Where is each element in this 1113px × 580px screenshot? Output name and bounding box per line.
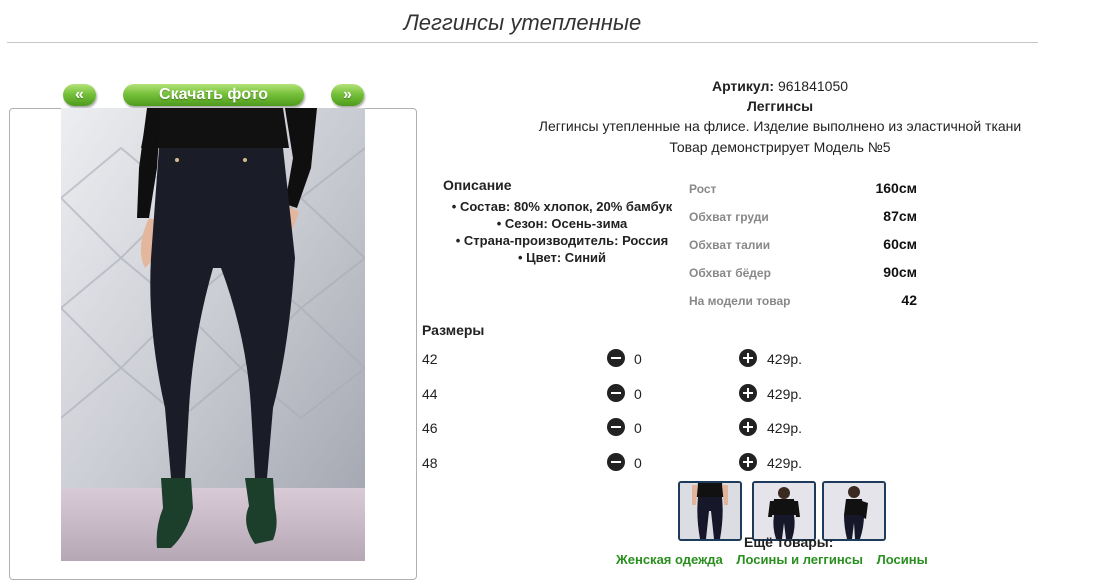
- thumbnail-front[interactable]: [678, 481, 742, 541]
- description-item-composition: Состав: 80% хлопок, 20% бамбук: [432, 199, 692, 214]
- plus-icon[interactable]: [739, 453, 757, 471]
- next-photo-button[interactable]: »: [331, 84, 364, 106]
- size-row: 44 0 429р.: [422, 383, 822, 405]
- more-link-leggings[interactable]: Лосины и леггинсы: [736, 552, 863, 567]
- title-divider: [7, 42, 1038, 43]
- measurement-label: На модели товар: [689, 294, 791, 308]
- page-title: Леггинсы утепленные: [403, 10, 642, 35]
- sizes-heading: Размеры: [422, 322, 485, 338]
- size-label: 48: [422, 455, 438, 471]
- measurement-value: 60см: [883, 236, 917, 252]
- measurement-value: 160см: [875, 180, 917, 196]
- quantity-value: 0: [634, 420, 642, 436]
- more-link-womens-clothing[interactable]: Женская одежда: [616, 552, 723, 567]
- measurement-label: Обхват груди: [689, 210, 769, 224]
- price-value: 429р.: [767, 455, 803, 471]
- measurement-row: Обхват талии 60см: [689, 236, 917, 256]
- quantity-value: 0: [634, 351, 642, 367]
- size-row: 48 0 429р.: [422, 452, 822, 474]
- thumbnail-side[interactable]: [822, 481, 886, 541]
- measurement-value: 87см: [883, 208, 917, 224]
- product-name: Леггинсы: [746, 98, 814, 114]
- size-row: 42 0 429р.: [422, 348, 822, 370]
- plus-icon[interactable]: [739, 418, 757, 436]
- product-photo[interactable]: [61, 108, 365, 561]
- measurement-label: Обхват бёдер: [689, 266, 771, 280]
- measurement-row: Обхват бёдер 90см: [689, 264, 917, 284]
- measurement-value: 42: [901, 292, 917, 308]
- article-value: 961841050: [777, 78, 849, 94]
- model-note: Товар демонстрирует Модель №5: [669, 139, 891, 155]
- article-line: Артикул: 961841050: [470, 78, 1090, 94]
- size-row: 46 0 429р.: [422, 417, 822, 439]
- size-label: 46: [422, 420, 438, 436]
- thumbnail-back[interactable]: [752, 481, 816, 541]
- size-label: 44: [422, 386, 438, 402]
- description-heading: Описание: [443, 177, 512, 193]
- quantity-value: 0: [634, 455, 642, 471]
- product-short-description: Леггинсы утепленные на флисе. Изделие вы…: [538, 118, 1022, 134]
- article-label: Артикул:: [711, 78, 775, 94]
- minus-icon[interactable]: [607, 418, 625, 436]
- size-label: 42: [422, 351, 438, 367]
- measurement-row: Рост 160см: [689, 180, 917, 200]
- more-link-losiny[interactable]: Лосины: [877, 552, 928, 567]
- download-photo-button[interactable]: Скачать фото: [123, 84, 304, 106]
- price-value: 429р.: [767, 420, 803, 436]
- measurement-row: На модели товар 42: [689, 292, 917, 312]
- description-item-color: Цвет: Синий: [432, 250, 692, 265]
- price-value: 429р.: [767, 351, 803, 367]
- price-value: 429р.: [767, 386, 803, 402]
- minus-icon[interactable]: [607, 349, 625, 367]
- measurement-row: Обхват груди 87см: [689, 208, 917, 228]
- plus-icon[interactable]: [739, 384, 757, 402]
- minus-icon[interactable]: [607, 384, 625, 402]
- prev-photo-button[interactable]: «: [63, 84, 96, 106]
- minus-icon[interactable]: [607, 453, 625, 471]
- more-products-heading: Ещё товары:: [744, 534, 834, 550]
- description-item-country: Страна-производитель: Россия: [432, 233, 692, 248]
- measurement-label: Обхват талии: [689, 238, 771, 252]
- quantity-value: 0: [634, 386, 642, 402]
- measurement-value: 90см: [883, 264, 917, 280]
- plus-icon[interactable]: [739, 349, 757, 367]
- description-item-season: Сезон: Осень-зима: [432, 216, 692, 231]
- more-products-links: Женская одежда Лосины и леггинсы Лосины: [616, 552, 938, 567]
- measurement-label: Рост: [689, 182, 717, 196]
